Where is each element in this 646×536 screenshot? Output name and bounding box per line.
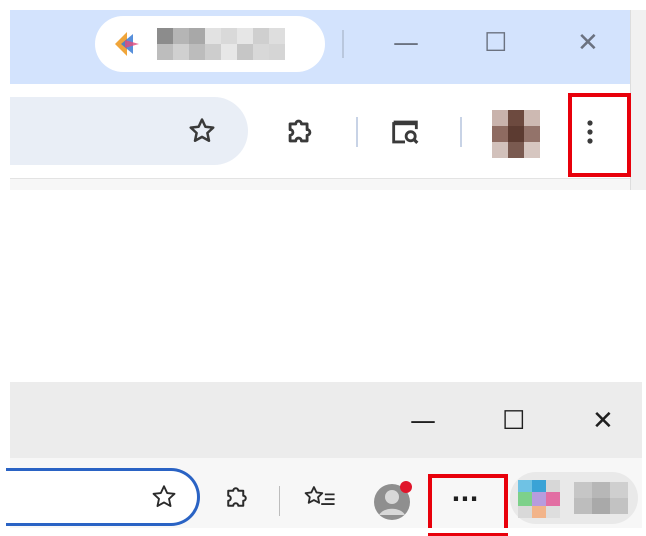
edge-address-bar[interactable]: [6, 468, 200, 526]
titlebar-separator: [342, 30, 344, 58]
chrome-tab-pill[interactable]: [95, 16, 325, 72]
toolbar-separator: [279, 486, 280, 516]
star-outline-icon[interactable]: [187, 116, 217, 146]
blurred-tab-title: [157, 28, 307, 62]
chrome-window-edge: [630, 10, 646, 190]
avatar[interactable]: [492, 110, 540, 158]
reader-search-icon[interactable]: [388, 115, 422, 149]
edge-maximize-button[interactable]: ☐: [502, 408, 525, 434]
blurred-profile-logo: [518, 480, 562, 520]
edge-titlebar: [10, 382, 642, 458]
blurred-profile-name: [574, 482, 630, 516]
edge-minimize-button[interactable]: —: [410, 408, 436, 434]
puzzle-piece-icon[interactable]: [283, 114, 317, 148]
avatar-with-notification[interactable]: [370, 478, 416, 522]
edge-window: — ☐ ✕ ···: [0, 190, 646, 536]
toolbar-separator: [356, 117, 358, 147]
colorful-logo-icon: [113, 30, 141, 58]
puzzle-piece-icon[interactable]: [222, 482, 252, 512]
edge-menu-highlight-box: [428, 474, 508, 536]
chrome-window: — ☐ ✕: [0, 0, 646, 190]
star-outline-icon[interactable]: [150, 483, 178, 511]
edge-close-button[interactable]: ✕: [592, 408, 614, 434]
edge-content-strip: [10, 528, 642, 533]
chrome-content-strip: [10, 179, 630, 190]
edge-profile-pill[interactable]: [510, 472, 638, 524]
chrome-menu-highlight-box: [568, 93, 631, 177]
chrome-close-button[interactable]: ✕: [577, 30, 599, 56]
chrome-maximize-button[interactable]: ☐: [484, 30, 507, 56]
chrome-minimize-button[interactable]: —: [393, 30, 419, 56]
favorites-list-icon[interactable]: [303, 483, 337, 513]
toolbar-separator: [460, 117, 462, 147]
